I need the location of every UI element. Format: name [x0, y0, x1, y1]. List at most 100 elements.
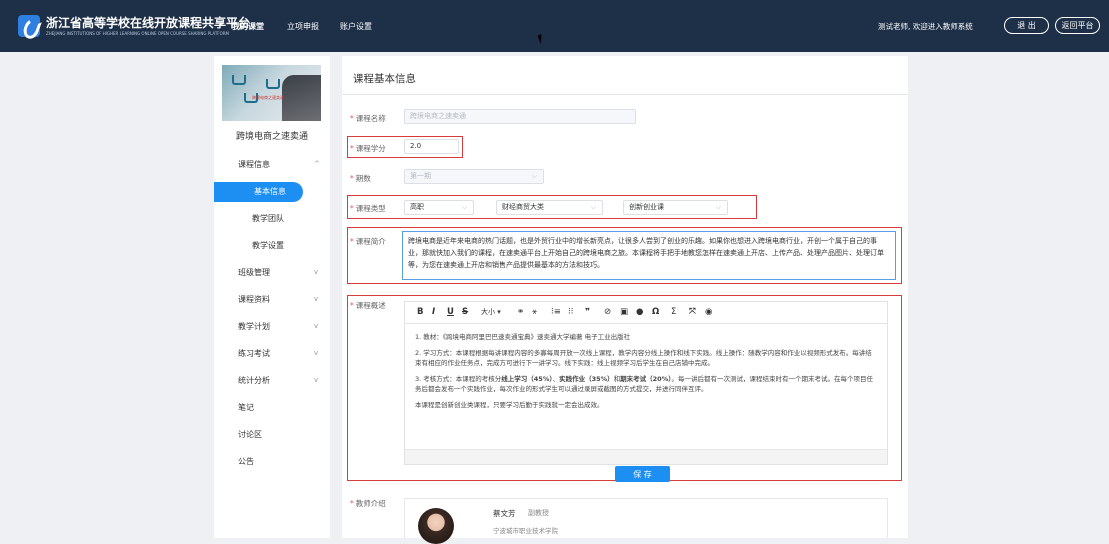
cart-icon [266, 79, 280, 89]
editor-resize-bar[interactable] [405, 449, 887, 464]
sidebar-item-label: 教学计划 [238, 322, 270, 331]
chevron-down-icon: ⌵ [461, 203, 467, 211]
top-navbar: 浙江省高等学校在线开放课程共享平台 ZHEJIANG INSTITUTIONS … [0, 0, 1109, 52]
overview-paragraph: 本课程是创新创业类课程，只要学习后勤于实践就一定会出成效。 [415, 401, 604, 409]
sidebar-item-label: 班级管理 [238, 268, 270, 277]
welcome-text: 测试老师, 欢迎进入教师系统 [878, 22, 973, 31]
text-run: 3. 考核方式：本课程的考核分 [415, 375, 502, 383]
main-panel: 课程基本信息 * 课程名称 跨境电商之速卖通 * 课程学分 2.0 * 期数 第一期 ⌵… [342, 56, 908, 544]
label-text: 期数 [355, 174, 371, 183]
preview-icon[interactable]: ◉ [705, 307, 712, 317]
required-mark: * [350, 174, 354, 183]
rich-text-editor[interactable]: B I U S 大小 ▾ ⚭ ⚹ ⁝≡ ⁝⁝ ❞ ⊘ ▣ ● Ω Σ ⤧ ◉ 1… [404, 301, 888, 465]
sidebar-item-label: 课程资料 [238, 295, 270, 304]
nav-account-settings[interactable]: 账户设置 [340, 21, 372, 32]
sidebar-item-label: 基本信息 [254, 187, 286, 196]
logout-button[interactable]: 退 出 [1004, 17, 1049, 34]
font-size-dropdown[interactable]: 大小 ▾ [481, 307, 501, 317]
sidebar-item-teaching-settings[interactable]: 教学设置 [214, 232, 330, 259]
chevron-down-icon: ⌵ [715, 203, 721, 211]
term-value: 第一期 [410, 172, 431, 180]
term-select: 第一期 ⌵ [404, 169, 544, 184]
course-name: 跨境电商之速卖通 [235, 132, 308, 142]
course-name-field: 跨境电商之速卖通 [404, 109, 636, 124]
video-icon[interactable]: ● [636, 307, 643, 317]
bold-run: 实践作业（35%） [559, 375, 614, 383]
credits-field[interactable]: 2.0 [404, 139, 459, 154]
quote-icon[interactable]: ❞ [585, 307, 590, 317]
italic-button[interactable]: I [432, 307, 435, 317]
sidebar-item-teaching-plan[interactable]: 教学计划 v [214, 313, 330, 340]
label-text: 教师介绍 [355, 499, 386, 508]
strikethrough-button[interactable]: S [462, 307, 468, 317]
course-thumbnail: 跨境电商之速卖通 [222, 65, 321, 121]
sidebar-item-course-info[interactable]: 课程信息 ^ [214, 151, 330, 178]
sidebar-item-notes[interactable]: 笔记 [214, 394, 330, 421]
formula-icon[interactable]: Σ [671, 307, 676, 317]
special-char-icon[interactable]: Ω [652, 307, 659, 317]
fullscreen-icon[interactable]: ⤧ [689, 307, 696, 317]
required-mark: * [350, 499, 354, 508]
back-to-platform-button[interactable]: 返回平台 [1055, 17, 1100, 34]
sidebar-item-label: 课程信息 [238, 160, 270, 169]
attachment-icon[interactable]: ⊘ [604, 307, 611, 317]
sidebar-item-exercises-exams[interactable]: 练习考试 v [214, 340, 330, 367]
sidebar-item-class-management[interactable]: 班级管理 v [214, 259, 330, 286]
sidebar-item-announcements[interactable]: 公告 [214, 448, 330, 475]
title-divider [342, 94, 908, 95]
sidebar-item-teaching-team[interactable]: 教学团队 [214, 205, 330, 232]
credits-label: * 课程学分 [350, 143, 386, 154]
platform-subtitle: ZHEJIANG INSTITUTIONS OF HIGHER LEARNING… [46, 31, 229, 36]
sidebar-item-discussion[interactable]: 讨论区 [214, 421, 330, 448]
link-icon[interactable]: ⚭ [517, 307, 524, 317]
chevron-down-icon: v [314, 376, 319, 384]
required-mark: * [350, 114, 354, 123]
select-value: 创新创业课 [629, 203, 664, 211]
bold-run: 期末考试（20%） [620, 375, 672, 383]
sidebar-item-label: 统计分析 [238, 376, 270, 385]
sidebar-menu: 课程信息 ^ 基本信息 教学团队 教学设置 班级管理 v 课程资料 v 教学计划 v 练… [214, 151, 330, 475]
sidebar-item-label: 讨论区 [238, 430, 262, 439]
teacher-intro-label: * 教师介绍 [350, 498, 386, 509]
course-level-select[interactable]: 高职 ⌵ [404, 200, 474, 215]
sidebar-item-statistics[interactable]: 统计分析 v [214, 367, 330, 394]
label-text: 课程概述 [355, 301, 386, 310]
thumbnail-label: 跨境电商之速卖通 [252, 95, 284, 100]
course-sidebar: 跨境电商之速卖通 跨境电商之速卖通 课程信息 ^ 基本信息 教学团队 教学设置 班… [214, 56, 330, 538]
nav-my-classroom[interactable]: 我的课堂 [232, 21, 264, 32]
editor-content[interactable]: 1. 教材：《跨境电商阿里巴巴速卖通宝典》速卖通大学编著 电子工业出版社 2. … [405, 324, 887, 424]
sidebar-item-basic-info[interactable]: 基本信息 [214, 178, 330, 205]
save-button[interactable]: 保 存 [615, 466, 670, 482]
chevron-down-icon: v [314, 295, 319, 303]
cart-icon [232, 75, 246, 85]
sidebar-item-label: 教学设置 [252, 241, 284, 250]
sidebar-item-label: 练习考试 [238, 349, 270, 358]
required-mark: * [350, 204, 354, 213]
chevron-down-icon: v [314, 322, 319, 330]
avatar [418, 508, 454, 544]
required-mark: * [350, 237, 354, 246]
nav-project-application[interactable]: 立项申报 [287, 21, 319, 32]
sidebar-item-label: 公告 [238, 457, 254, 466]
course-category-select[interactable]: 财经商贸大类 ⌵ [496, 200, 603, 215]
underline-button[interactable]: U [447, 307, 454, 317]
platform-logo-icon [18, 15, 40, 37]
label-text: 课程学分 [355, 144, 386, 153]
ordered-list-icon[interactable]: ⁝≡ [551, 307, 561, 317]
required-mark: * [350, 301, 354, 310]
unordered-list-icon[interactable]: ⁝⁝ [568, 307, 573, 317]
bold-button[interactable]: B [417, 307, 423, 317]
intro-textarea[interactable]: 跨境电商是近年来电商的热门话题，也是外贸行业中的增长新亮点，让很多人尝到了创业的… [402, 231, 896, 280]
sidebar-item-course-materials[interactable]: 课程资料 v [214, 286, 330, 313]
unlink-icon[interactable]: ⚹ [532, 307, 537, 317]
bold-run: 线上学习（45%） [501, 375, 553, 383]
overview-paragraph: 2. 学习方式：本课程根据每讲课程内容的多寡每周开放一次线上课程，教学内容分线上… [415, 349, 872, 367]
teacher-school: 宁波城市职业技术学院 [493, 527, 558, 535]
course-name-label: * 课程名称 [350, 113, 386, 124]
label-text: 课程类型 [355, 204, 386, 213]
label-text: 课程名称 [355, 114, 386, 123]
editor-toolbar: B I U S 大小 ▾ ⚭ ⚹ ⁝≡ ⁝⁝ ❞ ⊘ ▣ ● Ω Σ ⤧ ◉ [405, 302, 887, 324]
course-kind-select[interactable]: 创新创业课 ⌵ [623, 200, 728, 215]
label-text: 课程简介 [355, 237, 386, 246]
image-icon[interactable]: ▣ [620, 307, 628, 317]
